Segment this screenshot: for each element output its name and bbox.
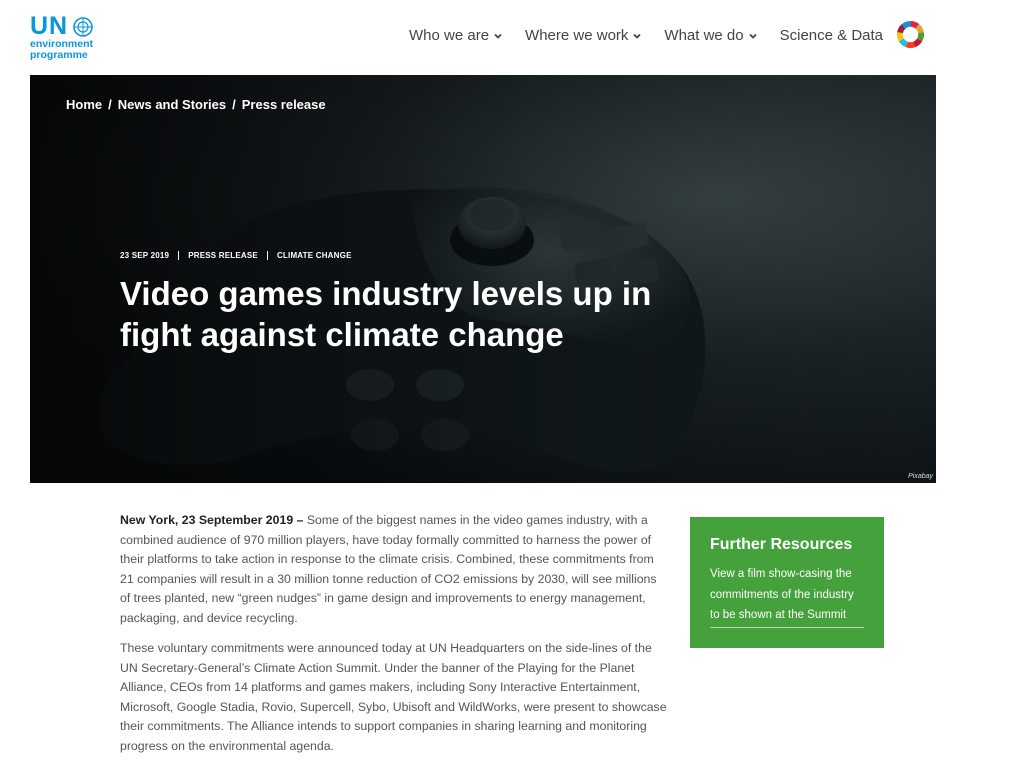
- meta-divider: [178, 251, 180, 260]
- article-meta: 23 SEP 2019 PRESS RELEASE CLIMATE CHANGE: [120, 251, 352, 260]
- breadcrumb-separator: /: [232, 97, 236, 112]
- article-topic[interactable]: CLIMATE CHANGE: [277, 251, 352, 260]
- breadcrumb-press-release[interactable]: Press release: [242, 97, 326, 112]
- nav-label: Who we are: [409, 27, 490, 44]
- article-body: New York, 23 September 2019 – Some of th…: [120, 511, 668, 767]
- chevron-down-icon: [494, 33, 502, 39]
- article-type[interactable]: PRESS RELEASE: [188, 251, 258, 260]
- unep-logo[interactable]: UN environment programme: [30, 14, 110, 61]
- article-paragraph-1: New York, 23 September 2019 – Some of th…: [120, 511, 668, 628]
- hero-banner: Home / News and Stories / Press release …: [30, 75, 936, 483]
- nav-who-we-are[interactable]: Who we are: [409, 27, 503, 44]
- breadcrumb: Home / News and Stories / Press release: [66, 97, 326, 112]
- main-nav: Who we are Where we work What we do Scie…: [409, 27, 905, 44]
- nav-where-we-work[interactable]: Where we work: [525, 27, 642, 44]
- nav-label: Where we work: [525, 27, 629, 44]
- further-resources-box: Further Resources View a film show-casin…: [690, 517, 884, 648]
- further-resources-title: Further Resources: [710, 536, 853, 553]
- breadcrumb-home[interactable]: Home: [66, 97, 102, 112]
- nav-science-data[interactable]: Science & Data: [780, 27, 883, 44]
- film-resource-link[interactable]: View a film show-casing the commitments …: [710, 564, 864, 628]
- meta-divider: [266, 251, 268, 260]
- sdg-wheel-icon[interactable]: [896, 20, 925, 49]
- nav-label: Science & Data: [779, 27, 884, 44]
- site-header: UN environment programme Who we are Wher…: [0, 0, 1024, 75]
- nav-what-we-do[interactable]: What we do: [664, 27, 757, 44]
- page-title: Video games industry levels up in fight …: [120, 275, 652, 353]
- breadcrumb-news-and-stories[interactable]: News and Stories: [118, 97, 226, 112]
- article-paragraph-2: These voluntary commitments were announc…: [120, 641, 667, 753]
- article-date: 23 SEP 2019: [120, 251, 170, 260]
- nav-label: What we do: [664, 27, 744, 44]
- logo-un-text: UN: [30, 12, 69, 40]
- breadcrumb-separator: /: [108, 97, 112, 112]
- chevron-down-icon: [748, 33, 757, 39]
- un-emblem-icon: [73, 16, 93, 37]
- chevron-down-icon: [633, 33, 642, 39]
- article-dateline: New York, 23 September 2019 –: [120, 513, 304, 527]
- image-credit: Pixabay: [908, 473, 933, 480]
- paragraph-text: Some of the biggest names in the video g…: [120, 513, 657, 625]
- logo-line-programme: programme: [30, 49, 88, 61]
